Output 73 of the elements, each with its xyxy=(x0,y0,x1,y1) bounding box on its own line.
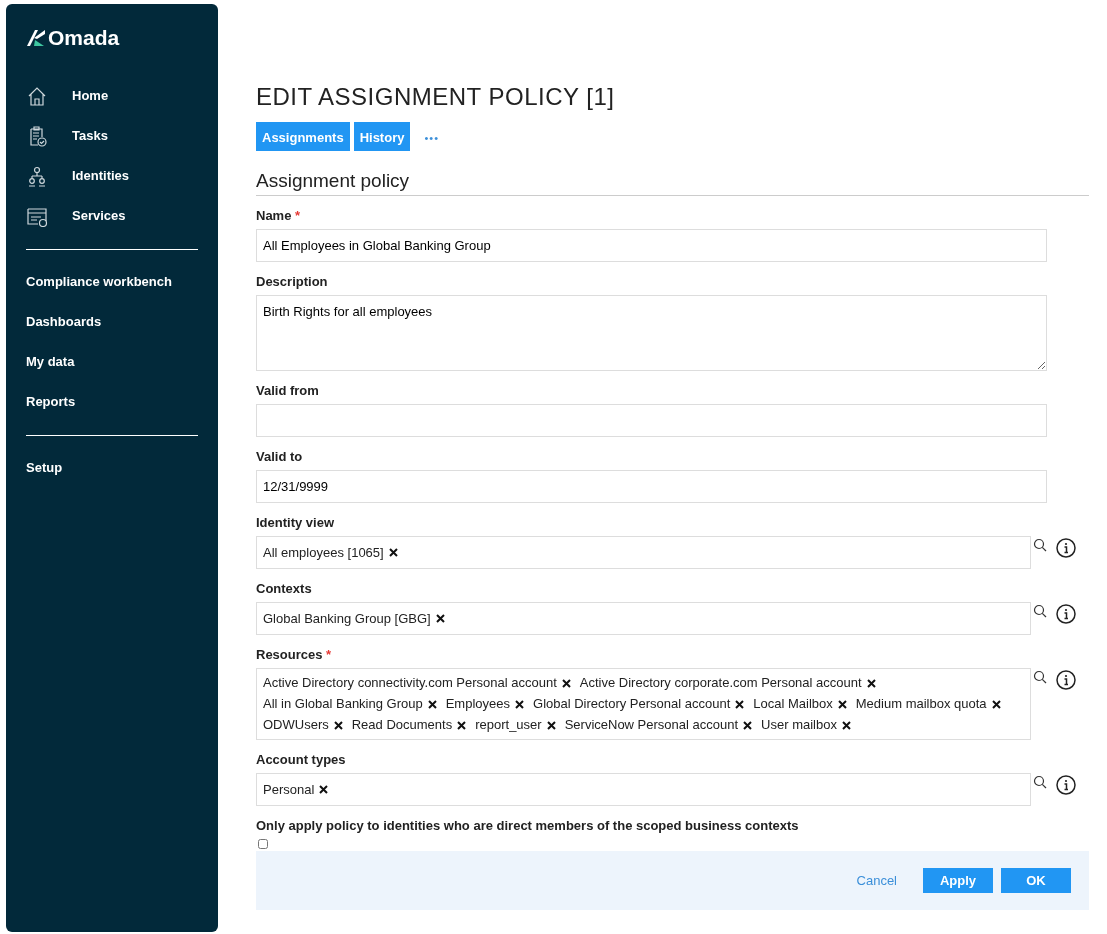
section-title: Assignment policy xyxy=(256,171,1089,197)
required-marker: * xyxy=(295,208,301,224)
nav-item[interactable]: Tasks xyxy=(26,115,198,156)
nav-item[interactable]: Home xyxy=(26,75,198,116)
checkbox-label: Only apply policy to identities who are direct members of the scoped business contexts xyxy=(256,818,800,835)
field-label: Account types xyxy=(256,752,347,769)
remove-icon[interactable] xyxy=(561,678,571,688)
field-label: Valid to xyxy=(256,449,304,466)
tag-label: Active Directory connectivity.com Personal account xyxy=(263,674,557,693)
tag-label: Personal xyxy=(263,780,315,799)
tag-label: Read Documents xyxy=(351,716,453,735)
logo-icon xyxy=(26,28,46,47)
field-label: Resources * xyxy=(256,647,333,664)
remove-icon[interactable] xyxy=(841,720,851,730)
remove-icon[interactable] xyxy=(735,699,745,709)
nav-item[interactable]: Compliance workbench xyxy=(26,261,198,302)
page-title: EDIT ASSIGNMENT POLICY [1] xyxy=(256,84,616,111)
tag-label: ServiceNow Personal account xyxy=(564,716,739,735)
info-icon[interactable] xyxy=(1056,538,1076,559)
remove-icon[interactable] xyxy=(546,720,556,730)
field-label: Contexts xyxy=(256,581,313,598)
nav-item[interactable]: Reports xyxy=(26,381,198,422)
nav-item[interactable]: Identities xyxy=(26,155,198,196)
tag-label: All employees [1065] xyxy=(263,543,384,562)
field-label: Description xyxy=(256,274,329,291)
nav-item[interactable]: Setup xyxy=(26,447,198,488)
text-field[interactable]: 12/31/9999 xyxy=(256,470,1047,504)
tag-label: Medium mailbox quota xyxy=(855,695,987,714)
tag-label: Local Mailbox xyxy=(753,695,833,714)
text-field[interactable]: All Employees in Global Banking Group xyxy=(256,229,1047,263)
nav-item[interactable]: Dashboards xyxy=(26,301,198,342)
remove-icon[interactable] xyxy=(427,699,437,709)
remove-icon[interactable] xyxy=(991,699,1001,709)
remove-icon[interactable] xyxy=(866,678,876,688)
tag-label: All in Global Banking Group xyxy=(263,695,423,714)
remove-icon[interactable] xyxy=(837,699,847,709)
remove-icon[interactable] xyxy=(743,720,753,730)
tag-label: Global Directory Personal account xyxy=(533,695,731,714)
text-area[interactable]: Birth Rights for all employees xyxy=(256,295,1047,372)
remove-icon[interactable] xyxy=(457,720,467,730)
info-icon[interactable] xyxy=(1056,775,1076,796)
more-menu[interactable]: ••• xyxy=(424,122,439,147)
logo-text: Omada xyxy=(48,25,120,51)
search-icon[interactable] xyxy=(1033,670,1047,685)
search-icon[interactable] xyxy=(1033,538,1047,553)
field-label: Name * xyxy=(256,208,302,225)
tag-field[interactable]: Global Banking Group [GBG] xyxy=(256,602,1031,636)
remove-icon[interactable] xyxy=(388,548,398,558)
text-field[interactable] xyxy=(256,404,1047,438)
tag-label: User mailbox xyxy=(761,716,837,735)
remove-icon[interactable] xyxy=(515,699,524,709)
search-icon[interactable] xyxy=(1033,775,1047,790)
info-icon[interactable] xyxy=(1056,670,1076,691)
checkbox[interactable] xyxy=(258,839,268,850)
field-label: Valid from xyxy=(256,383,320,400)
search-icon[interactable] xyxy=(1033,604,1047,619)
tag-label: Active Directory corporate.com Personal account xyxy=(579,674,862,693)
tag-field[interactable]: Personal xyxy=(256,773,1031,807)
nav-item[interactable]: My data xyxy=(26,341,198,382)
tag-field[interactable] xyxy=(256,668,1031,741)
required-marker: * xyxy=(326,647,332,663)
tag-label: Employees xyxy=(445,695,510,714)
field-label: Identity view xyxy=(256,515,336,532)
info-icon[interactable] xyxy=(1056,604,1076,625)
people-icon xyxy=(26,164,48,187)
remove-icon[interactable] xyxy=(333,720,343,730)
remove-icon[interactable] xyxy=(319,785,329,795)
tag-field[interactable]: All employees [1065] xyxy=(256,536,1031,570)
remove-icon[interactable] xyxy=(435,614,445,624)
tag-label: ODWUsers xyxy=(263,716,329,735)
tag-label: report_user xyxy=(475,716,542,735)
nav-item[interactable]: Services xyxy=(26,195,198,236)
tag-label: Global Banking Group [GBG] xyxy=(263,609,431,628)
